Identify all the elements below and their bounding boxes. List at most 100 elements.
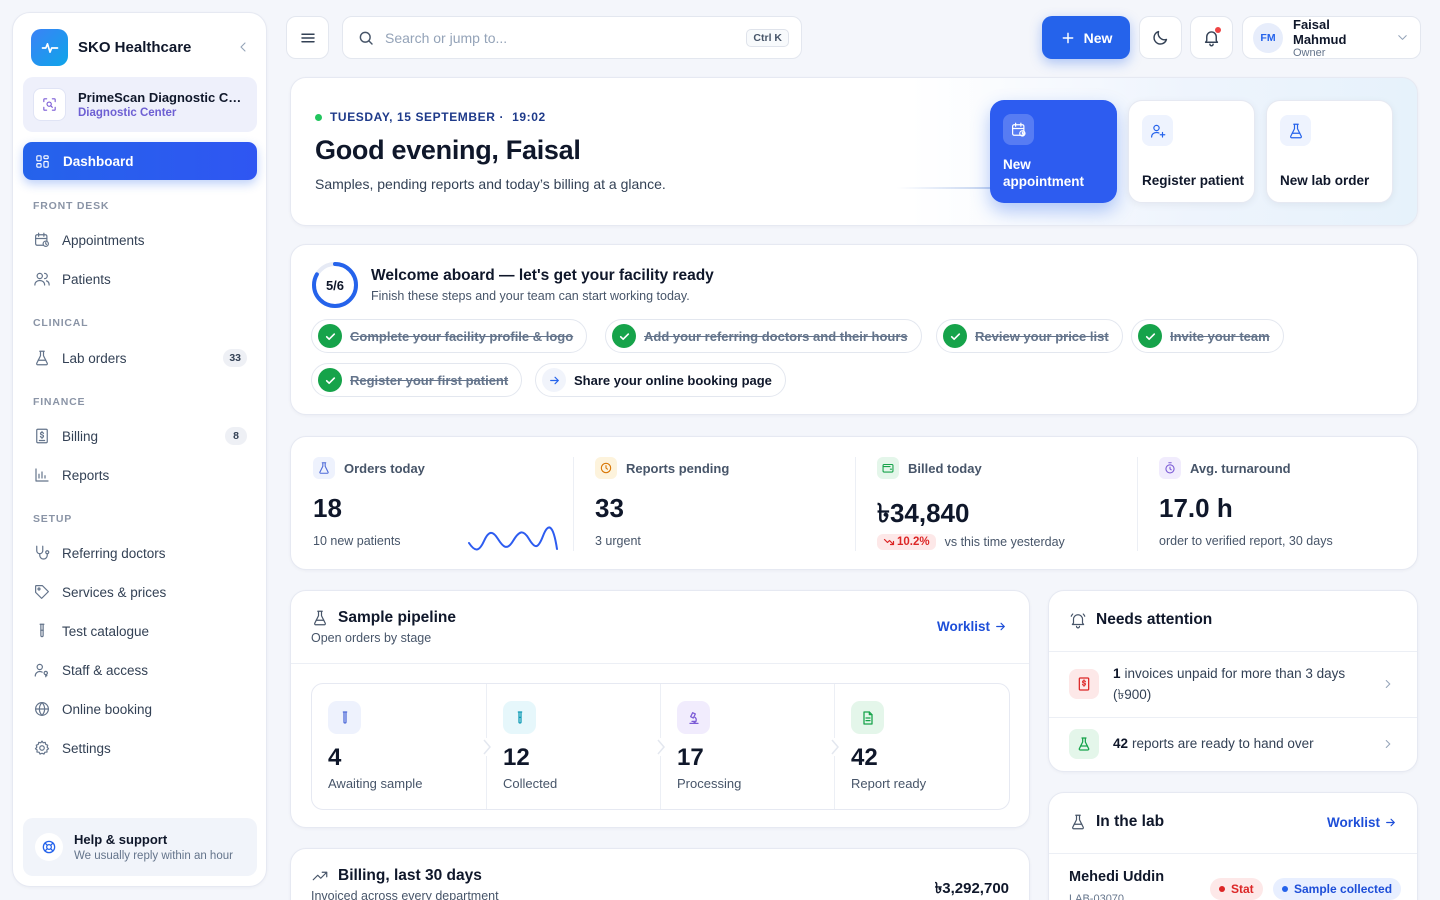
theme-toggle-button[interactable]: [1139, 16, 1182, 59]
attention-item-reports[interactable]: 42 reports are ready to hand over: [1049, 718, 1417, 771]
stage-collected[interactable]: 12 Collected: [487, 684, 661, 809]
status-dot: [1282, 886, 1288, 892]
flask-icon: [313, 457, 335, 479]
billing-title: Billing, last 30 days: [311, 867, 482, 885]
clock-icon: [595, 457, 617, 479]
collapse-sidebar-icon[interactable]: [235, 39, 251, 55]
trend-value: 10.2%: [897, 536, 930, 548]
onboarding-step[interactable]: Invite your team: [1131, 319, 1284, 353]
tag-icon: [35, 585, 49, 599]
flask-icon: [1072, 814, 1084, 830]
stat-value: 17.0 h: [1159, 493, 1233, 523]
attention-item-unpaid[interactable]: 1 invoices unpaid for more than 3 days (৳…: [1049, 652, 1417, 717]
stats-card: Orders today 18 10 new patients Reports …: [290, 436, 1418, 570]
search-bar[interactable]: Ctrl K: [342, 16, 802, 59]
stat-avg-turnaround[interactable]: Avg. turnaround 17.0 h order to verified…: [1137, 437, 1417, 569]
in-the-lab-card: In the lab Worklist Mehedi Uddin LAB-030…: [1048, 792, 1418, 900]
sidebar-item-billing[interactable]: Billing 8: [33, 423, 247, 449]
sidebar-item-label: Test catalogue: [62, 623, 150, 639]
notifications-button[interactable]: [1190, 16, 1233, 59]
flask-icon: [1280, 115, 1311, 146]
notification-dot: [1215, 27, 1221, 33]
sidebar-item-services-prices[interactable]: Services & prices: [33, 579, 247, 605]
facility-switcher[interactable]: PrimeScan Diagnostic Center Diagnostic C…: [23, 77, 257, 132]
register-patient-button[interactable]: Register patient: [1128, 100, 1255, 203]
sidebar-item-test-catalogue[interactable]: Test catalogue: [33, 618, 247, 644]
scan-icon: [33, 88, 66, 121]
sidebar-item-lab-orders[interactable]: Lab orders 33: [33, 345, 247, 371]
receipt-icon: [36, 428, 48, 444]
sidebar-item-appointments[interactable]: Appointments: [33, 227, 247, 253]
attention-text: 42 reports are ready to hand over: [1113, 733, 1373, 754]
attention-title: Needs attention: [1069, 611, 1212, 629]
stat-billed-today[interactable]: Billed today ৳34,840 10.2% vs this time …: [855, 437, 1136, 569]
search-input[interactable]: [385, 29, 737, 46]
onboarding-step[interactable]: Share your online booking page: [535, 363, 786, 397]
stage-processing[interactable]: 17 Processing: [661, 684, 835, 809]
check-icon: [943, 324, 967, 348]
flask-icon: [36, 350, 48, 366]
chevron-right-icon: [1385, 679, 1391, 689]
user-key-icon: [34, 663, 49, 678]
stage-awaiting-sample[interactable]: 4 Awaiting sample: [312, 684, 486, 809]
gear-icon: [34, 740, 50, 755]
onboarding-step[interactable]: Complete your facility profile & logo: [311, 319, 588, 353]
users-icon: [34, 272, 50, 286]
stage-label: Processing: [677, 776, 742, 791]
stat-label: Avg. turnaround: [1159, 457, 1291, 479]
attention-title-text: Needs attention: [1096, 611, 1213, 628]
sidebar-item-online-booking[interactable]: Online booking: [33, 696, 247, 722]
link-label: Worklist: [1326, 815, 1380, 830]
quick-action-label: New appointment: [1003, 157, 1084, 189]
priority-label: Stat: [1231, 882, 1254, 896]
onboarding-card: 5/6 Welcome aboard — let's get your faci…: [290, 244, 1418, 415]
stat-sub: order to verified report, 30 days: [1159, 534, 1333, 548]
brand[interactable]: SKO Healthcare: [31, 29, 251, 66]
flask-icon: [1069, 729, 1099, 759]
date-text: TUESDAY, 15 SEPTEMBER ·: [330, 110, 505, 124]
flask-icon: [314, 610, 326, 626]
stat-value: ৳34,840: [877, 498, 970, 528]
in-lab-worklist-link[interactable]: Worklist: [1327, 815, 1397, 830]
search-icon: [359, 31, 373, 45]
onboarding-step[interactable]: Register your first patient: [311, 363, 523, 397]
stat-label: Orders today: [313, 457, 425, 479]
plus-icon: [1062, 32, 1073, 43]
new-button[interactable]: New: [1042, 16, 1130, 59]
onboarding-title: Welcome aboard — let's get your facility…: [371, 267, 714, 284]
sidebar-item-settings[interactable]: Settings: [33, 735, 247, 761]
document-icon: [851, 701, 884, 734]
pipeline-worklist-link[interactable]: Worklist: [937, 619, 1007, 634]
trend-down-icon: [883, 538, 895, 546]
sidebar-item-reports[interactable]: Reports: [33, 462, 247, 488]
sidebar-item-referring-doctors[interactable]: Referring doctors: [33, 540, 247, 566]
stage-label: Awaiting sample: [328, 776, 423, 791]
sidebar-item-staff-access[interactable]: Staff & access: [33, 657, 247, 683]
step-label: Complete your facility profile & logo: [350, 328, 574, 344]
new-lab-order-button[interactable]: New lab order: [1266, 100, 1393, 203]
user-menu[interactable]: FM Faisal Mahmud Owner: [1242, 16, 1421, 59]
facility-name: PrimeScan Diagnostic Center: [78, 90, 243, 105]
greeting-subtitle: Samples, pending reports and today’s bil…: [315, 176, 666, 192]
arrow-right-icon: [542, 368, 566, 392]
check-icon: [1138, 324, 1162, 348]
stat-value: 33: [595, 493, 624, 523]
stat-reports-pending[interactable]: Reports pending 33 3 urgent: [573, 437, 854, 569]
wallet-icon: [877, 457, 899, 479]
divider: [291, 663, 1029, 664]
check-icon: [318, 368, 342, 392]
stat-label-text: Billed today: [908, 460, 982, 476]
trend-badge: 10.2%: [877, 534, 936, 550]
lab-patient-name[interactable]: Mehedi Uddin: [1069, 869, 1164, 885]
chevron-right-icon: [1385, 739, 1391, 749]
sidebar-item-patients[interactable]: Patients: [33, 266, 247, 292]
new-appointment-button[interactable]: New appointment: [990, 100, 1117, 203]
sidebar-item-dashboard[interactable]: Dashboard: [23, 142, 257, 180]
onboarding-step[interactable]: Review your price list: [936, 319, 1123, 353]
help-support[interactable]: Help & support We usually reply within a…: [23, 818, 257, 876]
trend-caption: vs this time yesterday: [944, 535, 1065, 549]
stage-report-ready[interactable]: 42 Report ready: [835, 684, 1009, 809]
stat-orders-today[interactable]: Orders today 18 10 new patients: [291, 437, 572, 569]
onboarding-step[interactable]: Add your referring doctors and their hou…: [605, 319, 922, 353]
menu-toggle-button[interactable]: [286, 16, 329, 59]
